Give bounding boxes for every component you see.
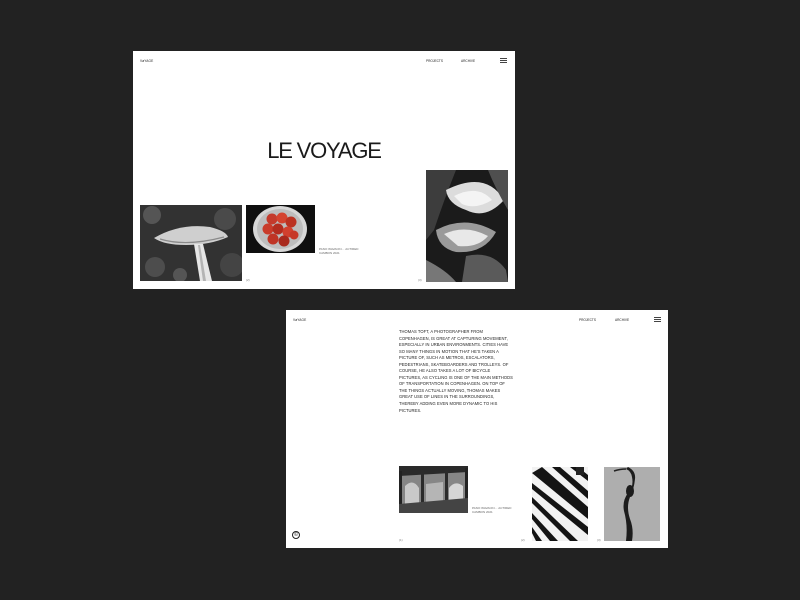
nav-projects-link[interactable]: PROJECTS [426, 59, 443, 63]
nav-projects-link[interactable]: PROJECTS [579, 318, 596, 322]
site-logo[interactable]: VøYAGE [293, 318, 306, 322]
image-number: (3) [597, 538, 601, 542]
photo-caption: PANO WAVACIN… ACTIRED CAMBON 2021 [472, 506, 512, 514]
nav-archive-link[interactable]: ARCHIVE [461, 59, 475, 63]
crosswalk-photo[interactable] [532, 467, 588, 541]
photo-caption: PANO WAVACIN… ACTIRED CAMBON 2021 [319, 247, 359, 255]
about-page-mockup: VøYAGE PROJECTS ARCHIVE THOMAS TOFT, A P… [286, 310, 668, 548]
page-title: LE VOYAGE [267, 137, 382, 163]
shadow-photo[interactable] [604, 467, 660, 541]
mushroom-photo[interactable] [140, 205, 242, 281]
landing-page-mockup: VøYAGE PROJECTS ARCHIVE LE VOYAGE PANO W… [133, 51, 515, 289]
image-number: (2) [246, 278, 250, 282]
nav-archive-link[interactable]: ARCHIVE [615, 318, 629, 322]
image-number: (1) [399, 538, 403, 542]
abstract-bw-photo[interactable] [426, 170, 508, 282]
presentation-canvas: VøYAGE PROJECTS ARCHIVE LE VOYAGE PANO W… [0, 0, 800, 600]
copyright-icon: © [292, 531, 300, 539]
hamburger-menu-icon[interactable] [500, 58, 507, 63]
bus-window-photo[interactable] [399, 466, 468, 513]
hamburger-menu-icon[interactable] [654, 317, 661, 322]
tomato-plate-photo[interactable] [246, 205, 315, 253]
intro-paragraph: THOMAS TOFT, A PHOTOGRAPHER FROM COPENHA… [399, 329, 513, 413]
image-number: (3) [418, 278, 422, 282]
image-number: (2) [521, 538, 525, 542]
site-logo[interactable]: VøYAGE [140, 59, 153, 63]
